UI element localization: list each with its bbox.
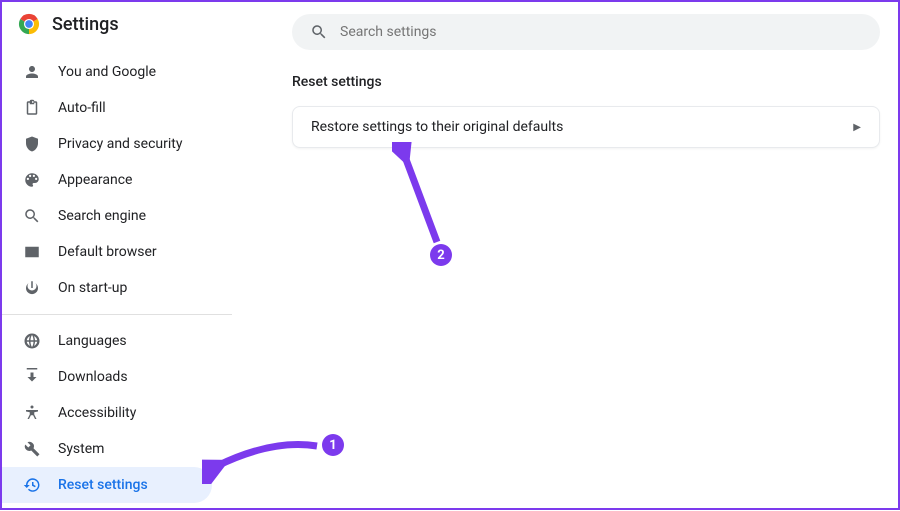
header: Settings (2, 2, 232, 46)
globe-icon (22, 331, 42, 351)
sidebar-item-languages[interactable]: Languages (2, 323, 212, 359)
search-bar[interactable] (292, 14, 880, 50)
sidebar-item-label: Reset settings (58, 477, 148, 493)
nav-group-primary: You and Google Auto-fill Privacy and sec… (2, 46, 232, 314)
sidebar-item-on-startup[interactable]: On start-up (2, 270, 212, 306)
sidebar-item-you-and-google[interactable]: You and Google (2, 54, 212, 90)
sidebar-item-accessibility[interactable]: Accessibility (2, 395, 212, 431)
shield-icon (22, 134, 42, 154)
sidebar-item-label: System (58, 441, 104, 457)
sidebar-item-system[interactable]: System (2, 431, 212, 467)
sidebar-item-search-engine[interactable]: Search engine (2, 198, 212, 234)
browser-icon (22, 242, 42, 262)
sidebar-item-label: Accessibility (58, 405, 136, 421)
person-icon (22, 62, 42, 82)
sidebar-item-label: Search engine (58, 208, 146, 224)
sidebar-item-autofill[interactable]: Auto-fill (2, 90, 212, 126)
clipboard-icon (22, 98, 42, 118)
sidebar-item-downloads[interactable]: Downloads (2, 359, 212, 395)
download-icon (22, 367, 42, 387)
sidebar-item-label: Default browser (58, 244, 157, 260)
sidebar-item-default-browser[interactable]: Default browser (2, 234, 212, 270)
sidebar-item-privacy[interactable]: Privacy and security (2, 126, 212, 162)
restore-icon (22, 475, 42, 495)
sidebar-item-appearance[interactable]: Appearance (2, 162, 212, 198)
chevron-right-icon: ▶ (853, 122, 861, 133)
search-icon (22, 206, 42, 226)
palette-icon (22, 170, 42, 190)
wrench-icon (22, 439, 42, 459)
sidebar-item-label: Appearance (58, 172, 132, 188)
page-title: Settings (52, 14, 119, 35)
restore-settings-card[interactable]: Restore settings to their original defau… (292, 106, 880, 148)
chrome-logo-icon (18, 13, 40, 35)
power-icon (22, 278, 42, 298)
nav-group-secondary: Languages Downloads Accessibility System… (2, 315, 232, 511)
card-label: Restore settings to their original defau… (311, 119, 563, 135)
sidebar-item-label: You and Google (58, 64, 156, 80)
search-input[interactable] (340, 24, 862, 40)
sidebar-item-label: Auto-fill (58, 100, 106, 116)
search-icon (310, 23, 328, 41)
sidebar-item-label: Languages (58, 333, 127, 349)
annotation-bubble-2: 2 (430, 244, 452, 266)
sidebar-item-label: Privacy and security (58, 136, 182, 152)
sidebar-item-reset-settings[interactable]: Reset settings (2, 467, 212, 503)
accessibility-icon (22, 403, 42, 423)
annotation-number: 2 (437, 248, 444, 263)
annotation-number: 1 (329, 438, 336, 453)
sidebar-item-label: Downloads (58, 369, 128, 385)
annotation-bubble-1: 1 (322, 434, 344, 456)
sidebar-item-label: On start-up (58, 280, 127, 296)
main-content: Reset settings Restore settings to their… (232, 2, 898, 508)
sidebar: Settings You and Google Auto-fill Privac… (2, 2, 232, 508)
section-title: Reset settings (292, 74, 880, 90)
